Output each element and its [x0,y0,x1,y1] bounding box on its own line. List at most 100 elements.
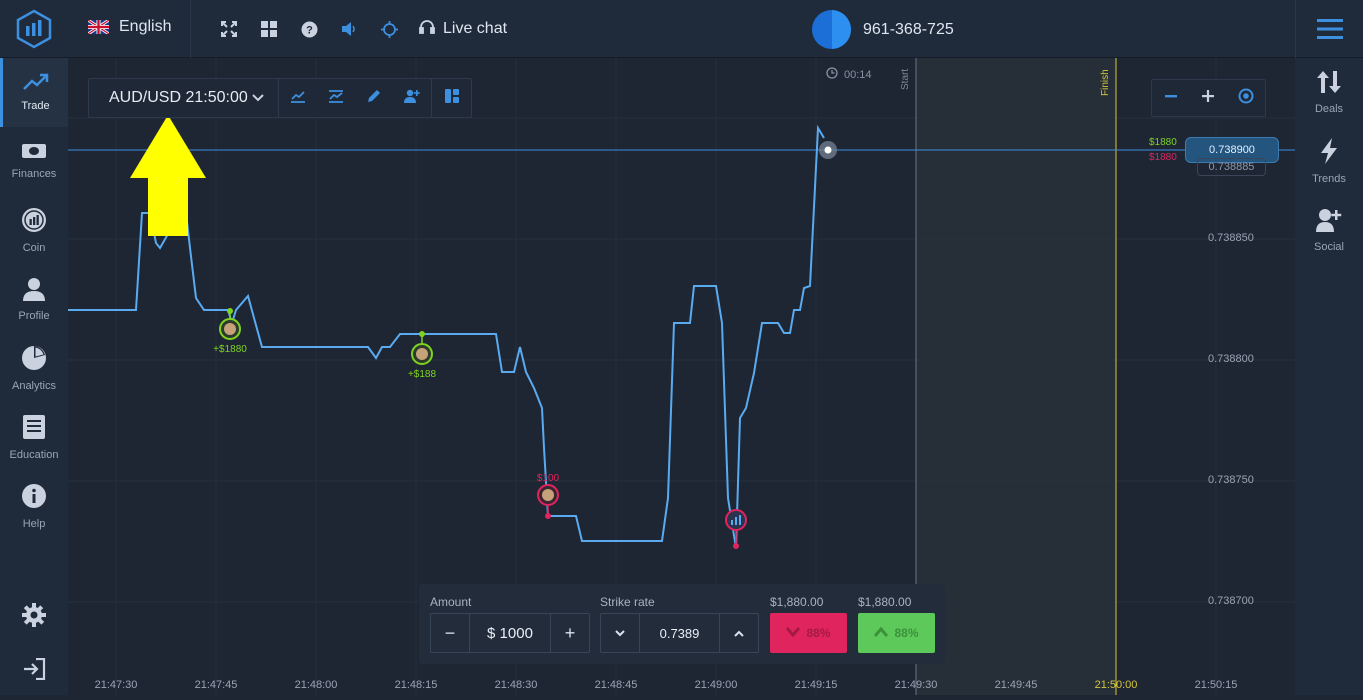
trade-panel: Amount − $ 1000 + Strike rate 0.7389 $1,… [419,584,945,664]
sidebar-item-label: Education [9,449,59,461]
amount-stepper: − $ 1000 + [430,613,590,653]
arrows-updown-icon [1317,70,1341,97]
rightbar-item-social[interactable]: Social [1295,196,1363,265]
pie-chart-icon [21,345,47,374]
left-sidebar: Trade Finances Coin Profile Analytics Ed… [0,58,68,695]
rightbar-item-trends[interactable]: Trends [1295,127,1363,196]
timer-value: 00:14 [844,68,872,81]
x-tick: 21:47:30 [94,679,138,691]
user-icon [22,277,46,304]
account-selector[interactable]: 961-368-725 [812,10,954,49]
zoom-controls [1151,79,1266,117]
rightbar-item-label: Social [1314,241,1344,253]
sidebar-item-label: Profile [18,310,50,322]
pencil-icon [367,89,381,108]
down-payout-amount: $1,880.00 [770,595,824,609]
amount-input[interactable]: $ 1000 [469,614,551,652]
social-trading-tool-button[interactable] [393,79,431,117]
y-tick: 0.738750 [1208,474,1254,486]
clock-icon [826,67,838,82]
strike-rate-stepper: 0.7389 [600,613,759,653]
expiry-timer: 00:14 [826,67,872,82]
asset-selector[interactable]: AUD/USD 21:50:00 [89,79,279,117]
chevron-down-icon [786,626,801,640]
sidebar-item-label: Trade [21,100,50,112]
crosshair-icon[interactable] [369,0,409,58]
x-tick: 21:49:00 [694,679,738,691]
indicators-icon [328,89,344,108]
layout-tool-button[interactable] [431,79,471,117]
settings-gear-icon[interactable] [22,603,46,632]
down-trade-button[interactable]: 88% [770,613,847,653]
rightbar-item-label: Trends [1312,173,1346,185]
start-label: Start [900,69,911,90]
help-icon[interactable]: ? [289,0,329,58]
down-percent: 88% [806,626,831,640]
sidebar-item-profile[interactable]: Profile [0,265,68,334]
up-trade-button[interactable]: 88% [858,613,935,653]
trade-marker-3[interactable]: $100 [537,473,560,519]
sound-icon[interactable] [329,0,369,58]
sidebar-item-trade[interactable]: Trade [0,58,68,127]
menu-icon[interactable] [1295,0,1363,58]
layout-icon [444,88,459,108]
indicators-tool-button[interactable] [317,79,355,117]
lightning-icon [1319,138,1339,167]
strike-decrease-button[interactable] [601,614,639,652]
sidebar-item-education[interactable]: Education [0,403,68,472]
sidebar-item-label: Analytics [11,380,57,392]
zoom-in-icon[interactable] [1201,89,1215,108]
cash-icon [21,143,47,162]
up-percent: 88% [894,626,919,640]
sidebar-item-help[interactable]: Help [0,472,68,541]
trade-marker-4[interactable] [725,509,747,549]
trade-marker-2[interactable]: +$188 [408,331,437,380]
account-avatar [812,10,851,49]
strike-increase-button[interactable] [720,614,758,652]
language-label: English [119,18,172,35]
rightbar-item-deals[interactable]: Deals [1295,58,1363,127]
trade-marker-1[interactable]: +$1880 [213,308,247,355]
chart-toolbar: AUD/USD 21:50:00 [88,78,472,118]
x-tick: 21:49:45 [994,679,1038,691]
amount-increase-button[interactable]: + [551,614,589,652]
info-icon [21,483,47,512]
sidebar-item-finances[interactable]: Finances [0,127,68,196]
line-chart-tool-button[interactable] [279,79,317,117]
down-payout-label: $1880 [1149,152,1177,163]
recenter-icon[interactable] [1238,88,1254,109]
language-selector[interactable]: English [88,18,171,36]
line-chart-icon [290,89,306,108]
account-number: 961-368-725 [863,20,954,38]
chevron-up-icon [874,626,889,640]
sidebar-item-label: Coin [22,242,46,254]
book-icon [22,414,46,443]
x-tick: 21:48:45 [594,679,638,691]
logo-icon[interactable] [0,0,68,58]
x-tick: 21:49:30 [894,679,938,691]
y-tick: 0.738850 [1208,232,1254,244]
add-user-icon [404,89,420,108]
amount-decrease-button[interactable]: − [431,614,469,652]
fullscreen-icon[interactable] [209,0,249,58]
current-price-dot-center [824,146,832,154]
strike-price-tag: 0.738885 [1197,158,1266,176]
draw-tool-button[interactable] [355,79,393,117]
live-chat-button[interactable]: Live chat [419,19,507,40]
trade-marker-label: +$188 [408,369,437,380]
x-tick: 21:48:30 [494,679,538,691]
logout-icon[interactable] [22,657,46,685]
sidebar-item-label: Help [22,518,46,530]
x-tick: 21:47:45 [194,679,238,691]
trend-up-icon [22,73,49,94]
sidebar-item-analytics[interactable]: Analytics [0,334,68,403]
x-tick: 21:48:15 [394,679,438,691]
chevron-down-icon [252,89,264,107]
grid-icon[interactable] [249,0,289,58]
zoom-out-icon[interactable] [1164,89,1178,108]
sidebar-item-coin[interactable]: Coin [0,196,68,265]
x-tick: 21:49:15 [794,679,838,691]
strike-rate-label: Strike rate [600,595,655,609]
asset-label: AUD/USD 21:50:00 [109,89,248,106]
strike-rate-input[interactable]: 0.7389 [639,614,720,652]
